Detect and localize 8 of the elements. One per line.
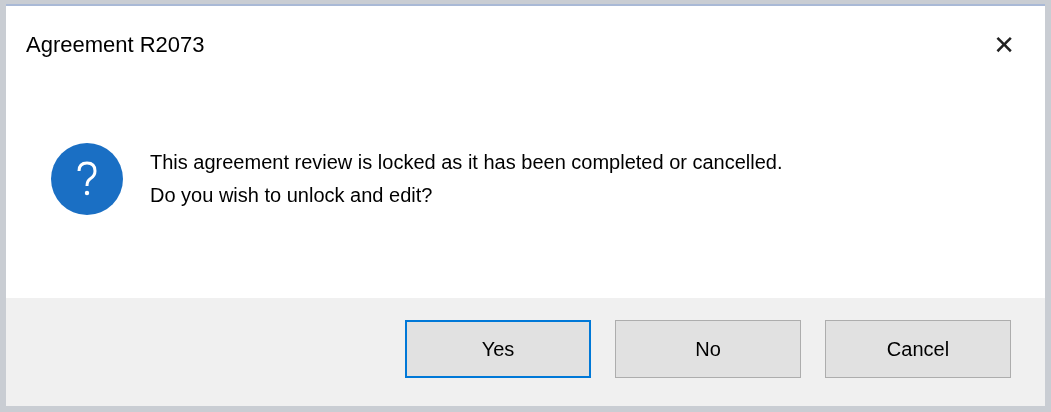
- dialog-button[interactable]: No: [615, 320, 801, 378]
- question-icon: [50, 142, 124, 216]
- close-button[interactable]: ✕: [987, 30, 1021, 60]
- window-title: Agreement R2073: [26, 32, 205, 58]
- message-text: Do you wish to unlock and edit?: [150, 183, 434, 208]
- dialog-button[interactable]: Yes: [405, 320, 591, 378]
- dialog-button[interactable]: Cancel: [825, 320, 1011, 378]
- message-text: This agreement review is locked as it has been completed or cancelled.: [150, 150, 783, 175]
